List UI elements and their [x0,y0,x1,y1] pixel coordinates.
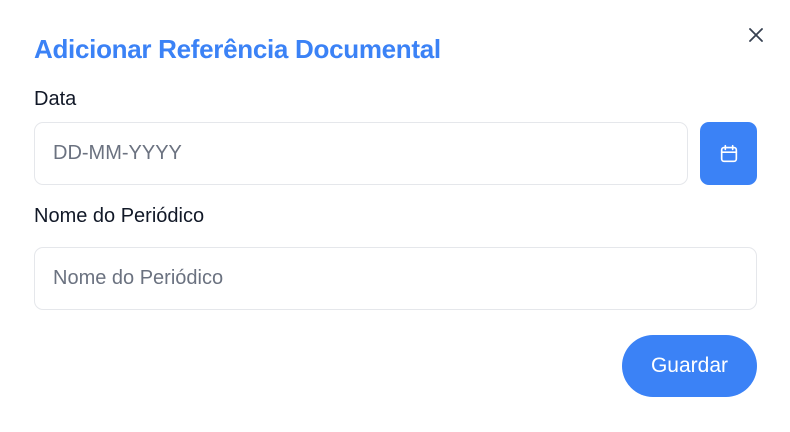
journal-name-label: Nome do Periódico [34,205,205,227]
add-document-reference-dialog: Adicionar Referência Documental Data Nom… [0,0,790,432]
dialog-title: Adicionar Referência Documental [34,34,441,64]
save-button[interactable]: Guardar [622,335,757,397]
date-label: Data [34,88,77,110]
calendar-icon [720,144,737,162]
close-icon [749,28,763,42]
journal-name-input[interactable] [34,247,757,310]
date-input[interactable] [34,122,688,185]
close-button[interactable] [742,21,770,49]
date-picker-button[interactable] [700,122,757,185]
